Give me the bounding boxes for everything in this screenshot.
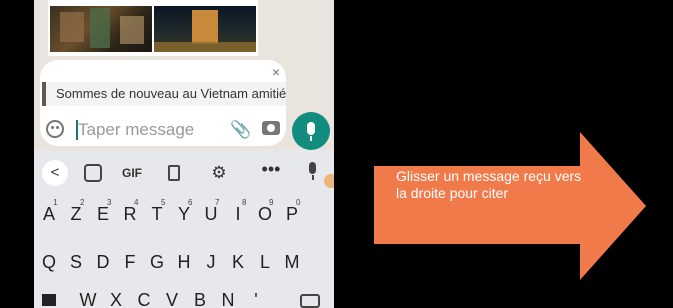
key-r[interactable]: 4R (120, 198, 140, 225)
key-k[interactable]: K (228, 252, 248, 273)
gif-button[interactable]: GIF (119, 162, 145, 184)
camera-icon[interactable] (262, 121, 280, 135)
key-m[interactable]: M (282, 252, 302, 273)
phone-screen: × Sommes de nouveau au Vietnam amitié Ta… (34, 0, 334, 308)
photo-thumbnail-2[interactable] (154, 6, 256, 52)
key-c[interactable]: C (134, 290, 154, 308)
key-g[interactable]: G (147, 252, 167, 273)
key-e[interactable]: 3E (93, 198, 113, 225)
key-v[interactable]: V (162, 290, 182, 308)
photo-detail (192, 10, 218, 44)
key-f[interactable]: F (120, 252, 140, 273)
key-s[interactable]: S (66, 252, 86, 273)
quoted-message-preview: Sommes de nouveau au Vietnam amitié (42, 82, 286, 106)
key-z[interactable]: 2Z (66, 198, 86, 225)
photo-detail (154, 42, 256, 52)
keyboard-mic-stem (312, 175, 314, 180)
video-frame: × Sommes de nouveau au Vietnam amitié Ta… (0, 0, 673, 308)
shift-key[interactable] (42, 294, 56, 306)
attach-icon[interactable]: 📎 (230, 120, 251, 140)
key-w[interactable]: W (78, 290, 98, 308)
keyboard: < GIF ⚙ ••• (34, 150, 334, 308)
key-j[interactable]: J (201, 252, 221, 273)
keyboard-toolbar: < GIF ⚙ ••• (34, 156, 334, 190)
message-input[interactable]: Taper message (78, 120, 194, 140)
key-y[interactable]: 6Y (174, 198, 194, 225)
sticker-icon[interactable] (84, 164, 102, 182)
quoted-message-text: Sommes de nouveau au Vietnam amitié (56, 86, 287, 101)
arrow-head (580, 132, 646, 280)
photo-thumbnail-1[interactable] (50, 6, 152, 52)
keyboard-mic-body (309, 162, 316, 174)
key-h[interactable]: H (174, 252, 194, 273)
photo-attachments[interactable] (48, 0, 258, 56)
photo-detail (90, 8, 110, 48)
key-apostrophe[interactable]: ' (246, 290, 266, 308)
photo-detail (120, 16, 144, 44)
key-t[interactable]: 5T (147, 198, 167, 225)
photo-detail (60, 12, 84, 42)
touch-indicator (324, 174, 334, 188)
emoji-icon[interactable] (46, 120, 64, 138)
mic-icon-stem (310, 136, 312, 141)
key-x[interactable]: X (106, 290, 126, 308)
key-o[interactable]: 9O (255, 198, 275, 225)
key-a[interactable]: 1A (39, 198, 59, 225)
key-b[interactable]: B (190, 290, 210, 308)
gear-icon[interactable]: ⚙ (208, 162, 230, 184)
swipe-hint-arrow: Glisser un message reçu vers la droite p… (374, 132, 646, 280)
key-u[interactable]: 7U (201, 198, 221, 225)
keyboard-mic-icon[interactable] (306, 162, 320, 184)
close-reply-icon[interactable]: × (272, 64, 280, 80)
keyboard-back-button[interactable]: < (42, 160, 68, 186)
key-q[interactable]: Q (39, 252, 59, 273)
backspace-key[interactable] (300, 294, 320, 308)
key-p[interactable]: 0P (282, 198, 302, 225)
voice-record-button[interactable] (292, 112, 330, 150)
mic-icon (307, 122, 315, 135)
key-i[interactable]: 8I (228, 198, 248, 225)
message-composer: × Sommes de nouveau au Vietnam amitié Ta… (40, 60, 286, 146)
clipboard-icon[interactable] (168, 165, 180, 181)
more-options-icon[interactable]: ••• (260, 160, 282, 184)
key-d[interactable]: D (93, 252, 113, 273)
swipe-hint-text: Glisser un message reçu vers la droite p… (396, 168, 582, 201)
key-l[interactable]: L (255, 252, 275, 273)
key-n[interactable]: N (218, 290, 238, 308)
